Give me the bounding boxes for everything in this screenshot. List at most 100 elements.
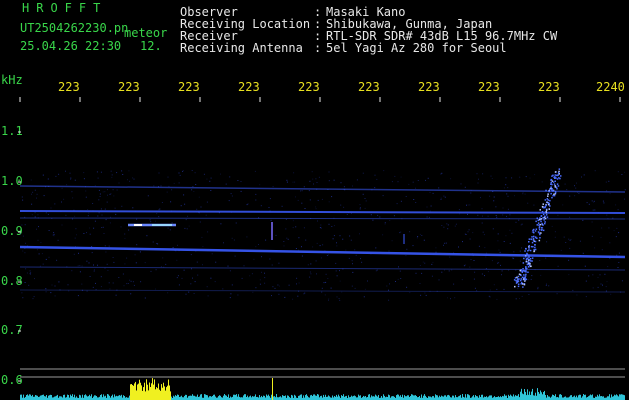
noise-dot [443, 244, 444, 246]
noise-dot [621, 174, 623, 175]
noise-dot [604, 273, 606, 275]
level-bar [91, 394, 92, 400]
level-bar [80, 395, 81, 400]
noise-dot [476, 173, 478, 175]
noise-dot [495, 206, 497, 208]
level-bar [342, 396, 343, 400]
noise-dot [537, 286, 539, 288]
noise-dot [328, 299, 329, 301]
noise-dot [294, 181, 296, 183]
noise-dot [389, 283, 390, 285]
level-bar [346, 395, 347, 400]
noise-dot [597, 277, 599, 278]
noise-dot [211, 253, 213, 255]
level-bar [121, 394, 122, 400]
streak-dot [545, 209, 548, 211]
noise-dot [207, 231, 209, 233]
streak-dot [557, 185, 560, 187]
level-bar [129, 395, 130, 400]
streak-dot [556, 178, 559, 180]
noise-dot [30, 179, 32, 181]
noise-dot [597, 286, 599, 288]
streak-dot [514, 285, 516, 288]
noise-dot [42, 263, 44, 265]
streak-dot [537, 219, 539, 222]
streak-dot [546, 216, 549, 218]
noise-dot [489, 195, 491, 197]
level-bar [520, 391, 521, 400]
level-bar [615, 395, 616, 400]
noise-dot [167, 227, 169, 229]
level-bar [292, 395, 293, 400]
noise-dot [342, 238, 344, 240]
level-bar [196, 396, 197, 400]
streak-dot [532, 229, 534, 232]
level-bar [191, 395, 192, 400]
level-bar [589, 395, 590, 400]
level-bar [140, 382, 141, 400]
level-bar [514, 396, 515, 400]
noise-dot [126, 257, 128, 259]
streak-dot [539, 209, 541, 211]
streak-dot [527, 250, 529, 252]
noise-dot [108, 245, 110, 247]
level-bar [338, 394, 339, 400]
noise-dot [107, 194, 108, 196]
noise-dot [568, 259, 570, 261]
noise-dot [602, 284, 603, 286]
noise-dot [524, 193, 526, 195]
noise-dot [281, 205, 283, 207]
level-bar [509, 396, 510, 400]
noise-dot [113, 261, 115, 263]
noise-dot [568, 238, 570, 240]
level-bar [49, 395, 50, 400]
noise-dot [458, 209, 460, 211]
noise-dot [440, 199, 442, 200]
level-bar [523, 394, 524, 400]
level-bar [397, 394, 398, 400]
level-bar [328, 395, 329, 400]
noise-dot [424, 262, 426, 264]
noise-dot [444, 242, 446, 244]
noise-dot [127, 179, 128, 181]
streak-dot [551, 188, 553, 190]
level-bar [95, 395, 96, 400]
noise-dot [529, 177, 531, 179]
level-bar [421, 394, 422, 400]
noise-dot [91, 252, 93, 254]
noise-dot [115, 213, 117, 215]
noise-dot [25, 242, 26, 244]
level-bar [285, 395, 286, 400]
level-bar [578, 395, 579, 400]
streak-dot [544, 199, 547, 201]
noise-dot [320, 224, 322, 226]
noise-dot [252, 291, 254, 293]
level-bar [63, 394, 64, 400]
level-bar [201, 394, 202, 400]
noise-dot [43, 195, 45, 197]
level-bar [37, 395, 38, 400]
level-bar [613, 396, 614, 400]
level-bar [534, 395, 535, 400]
level-bar [101, 394, 102, 400]
noise-dot [109, 222, 111, 224]
level-bar [156, 387, 157, 400]
level-bar [223, 395, 224, 400]
level-bar [61, 396, 62, 400]
noise-dot [86, 290, 88, 292]
noise-dot [397, 181, 399, 183]
level-bar [88, 396, 89, 400]
noise-dot [579, 240, 581, 242]
noise-dot [441, 225, 443, 226]
noise-dot [109, 288, 111, 290]
noise-dot [103, 233, 105, 234]
level-bar [439, 395, 440, 400]
noise-dot [93, 227, 95, 229]
level-bar [548, 396, 549, 400]
noise-dot [554, 231, 556, 233]
noise-dot [225, 183, 227, 185]
noise-dot [333, 179, 335, 181]
noise-dot [246, 236, 248, 238]
noise-dot [359, 204, 361, 206]
noise-dot [601, 227, 603, 229]
